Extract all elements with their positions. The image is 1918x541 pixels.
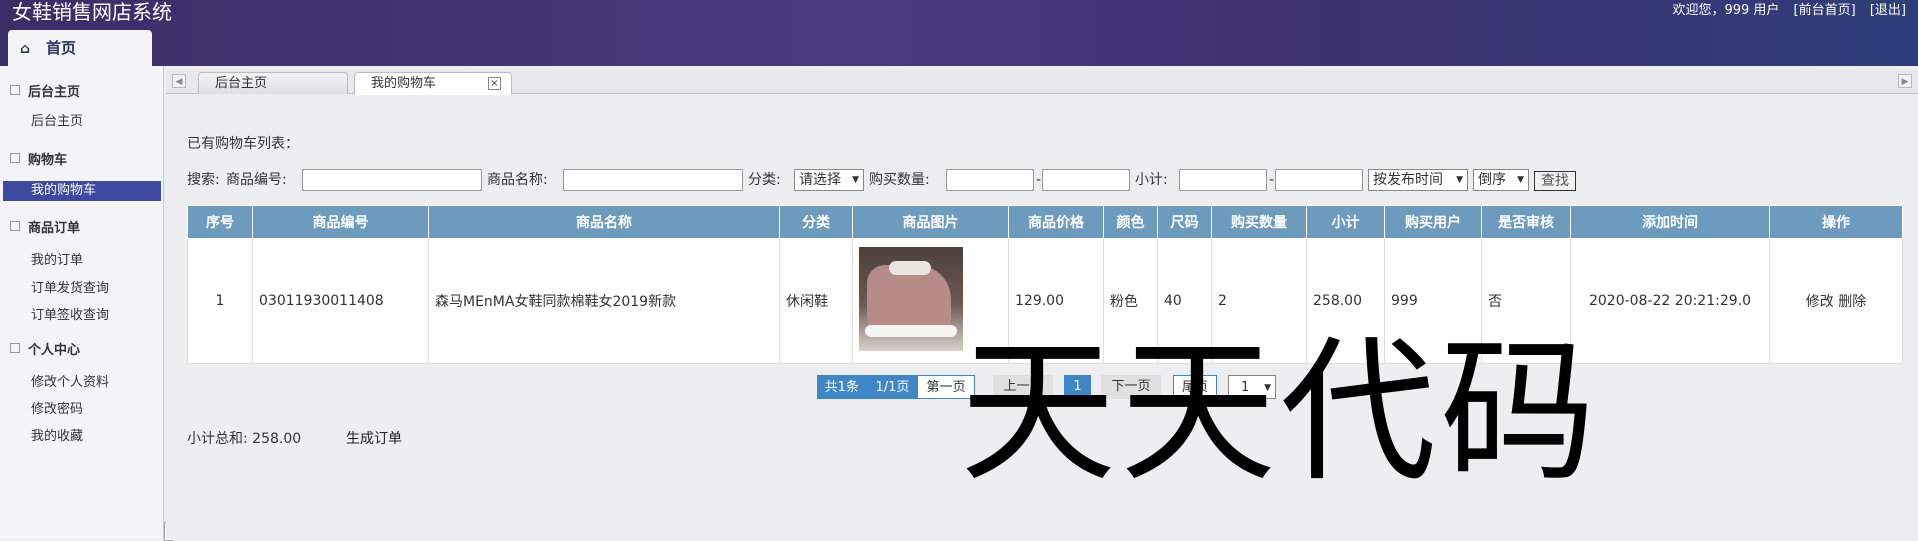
col-name: 商品名称 — [428, 205, 780, 239]
sidebar-item-change-password[interactable]: 修改密码 — [31, 398, 83, 417]
close-icon[interactable]: × — [488, 77, 501, 90]
col-category: 分类 — [779, 205, 853, 239]
col-actions: 操作 — [1769, 205, 1903, 239]
collapse-toggle-icon — [10, 85, 20, 95]
chevron-down-icon: ▼ — [1456, 175, 1463, 185]
col-user: 购买用户 — [1384, 205, 1482, 239]
home-icon: ⌂ — [20, 41, 31, 57]
col-qty: 购买数量 — [1211, 205, 1307, 239]
code-input[interactable] — [302, 169, 482, 191]
collapse-toggle-icon — [10, 221, 20, 231]
qty-label: 购买数量: — [869, 172, 930, 188]
top-header: 女鞋销售网店系统 欢迎您，999 用户 [前台首页] [退出] ⌂ 首页 — [0, 0, 1918, 66]
subtotal-min-input[interactable] — [1179, 169, 1267, 191]
sidebar-group-orders[interactable]: 商品订单 — [10, 217, 80, 236]
col-index: 序号 — [187, 205, 253, 239]
col-color: 颜色 — [1103, 205, 1158, 239]
sidebar-item-backend-home[interactable]: 后台主页 — [31, 110, 83, 129]
sidebar-item-receipt-query[interactable]: 订单签收查询 — [31, 304, 109, 323]
cell-category: 休闲鞋 — [779, 238, 853, 364]
tab-my-cart[interactable]: 我的购物车 × — [354, 72, 512, 95]
collapse-toggle-icon — [10, 153, 20, 163]
sidebar: 后台主页 后台主页 购物车 我的购物车 商品订单 我的订单 订单发货查询 订单签… — [0, 66, 164, 539]
sidebar-group-profile[interactable]: 个人中心 — [10, 339, 80, 358]
sidebar-item-shipping-query[interactable]: 订单发货查询 — [31, 277, 109, 296]
cell-actions: 修改 删除 — [1769, 238, 1903, 364]
col-size: 尺码 — [1157, 205, 1212, 239]
list-title: 已有购物车列表： — [187, 136, 299, 152]
product-thumbnail[interactable] — [859, 247, 963, 351]
table-header-row: 序号 商品编号 商品名称 分类 商品图片 商品价格 颜色 尺码 购买数量 小计 … — [187, 205, 1903, 239]
cell-added: 2020-08-22 20:21:29.0 — [1570, 238, 1770, 364]
tab-scroll-right-icon[interactable]: ▶ — [1898, 74, 1912, 88]
qty-min-input[interactable] — [946, 169, 1034, 191]
tabs-bar: ◀ 后台主页 我的购物车 × ▶ — [166, 70, 1918, 95]
qty-max-input[interactable] — [1042, 169, 1130, 191]
sidebar-item-my-orders[interactable]: 我的订单 — [31, 249, 83, 268]
sidebar-item-my-cart[interactable]: 我的购物车 — [3, 181, 161, 201]
cell-name: 森马MEnMA女鞋同款棉鞋女2019新款 — [428, 238, 780, 364]
search-button[interactable]: 查找 — [1534, 171, 1576, 191]
col-audited: 是否审核 — [1481, 205, 1571, 239]
generate-order-button[interactable]: 生成订单 — [346, 428, 402, 448]
cell-index: 1 — [187, 238, 253, 364]
collapse-toggle-icon — [10, 343, 20, 353]
sidebar-group-cart[interactable]: 购物车 — [10, 149, 67, 168]
category-label: 分类: — [748, 172, 781, 188]
sort-by-select[interactable]: 按发布时间 ▼ — [1368, 169, 1468, 191]
col-image: 商品图片 — [852, 205, 1009, 239]
chevron-down-icon: ▼ — [1517, 175, 1524, 185]
sidebar-group-backend-home[interactable]: 后台主页 — [10, 81, 80, 100]
subtotal-dash: - — [1269, 172, 1275, 188]
subtotal-max-input[interactable] — [1275, 169, 1363, 191]
sidebar-item-edit-profile[interactable]: 修改个人资料 — [31, 371, 109, 390]
tab-scroll-left-icon[interactable]: ◀ — [172, 74, 186, 88]
welcome-text: 欢迎您，999 用户 — [1672, 3, 1780, 18]
edit-link[interactable]: 修改 — [1806, 294, 1834, 310]
chevron-down-icon: ▼ — [852, 175, 859, 185]
front-home-link[interactable]: [前台首页] — [1794, 3, 1856, 18]
home-tab[interactable]: ⌂ 首页 — [8, 30, 152, 66]
code-label: 商品编号: — [226, 172, 287, 188]
top-links: 欢迎您，999 用户 [前台首页] [退出] — [1662, 2, 1906, 20]
search-prefix-label: 搜索: — [187, 172, 220, 188]
tab-backend-home[interactable]: 后台主页 — [198, 72, 348, 94]
cell-code: 03011930011408 — [252, 238, 429, 364]
logout-link[interactable]: [退出] — [1870, 3, 1906, 18]
qty-dash: - — [1036, 172, 1042, 188]
name-input[interactable] — [563, 169, 743, 191]
subtotal-sum: 小计总和: 258.00 — [187, 431, 302, 447]
col-price: 商品价格 — [1008, 205, 1104, 239]
watermark-text: 天天代码 — [960, 321, 1600, 503]
name-label: 商品名称: — [487, 172, 548, 188]
subtotal-label: 小计: — [1135, 172, 1168, 188]
col-added: 添加时间 — [1570, 205, 1770, 239]
app-title: 女鞋销售网店系统 — [12, 0, 172, 24]
sidebar-item-favorites[interactable]: 我的收藏 — [31, 425, 83, 444]
col-subtotal: 小计 — [1306, 205, 1385, 239]
pager-info: 共1条 1/1页 — [817, 375, 917, 399]
home-tab-label: 首页 — [46, 39, 77, 57]
delete-link[interactable]: 删除 — [1838, 294, 1866, 310]
sort-order-select[interactable]: 倒序 ▼ — [1473, 169, 1529, 191]
category-select[interactable]: 请选择 ▼ — [794, 169, 864, 191]
col-code: 商品编号 — [252, 205, 429, 239]
